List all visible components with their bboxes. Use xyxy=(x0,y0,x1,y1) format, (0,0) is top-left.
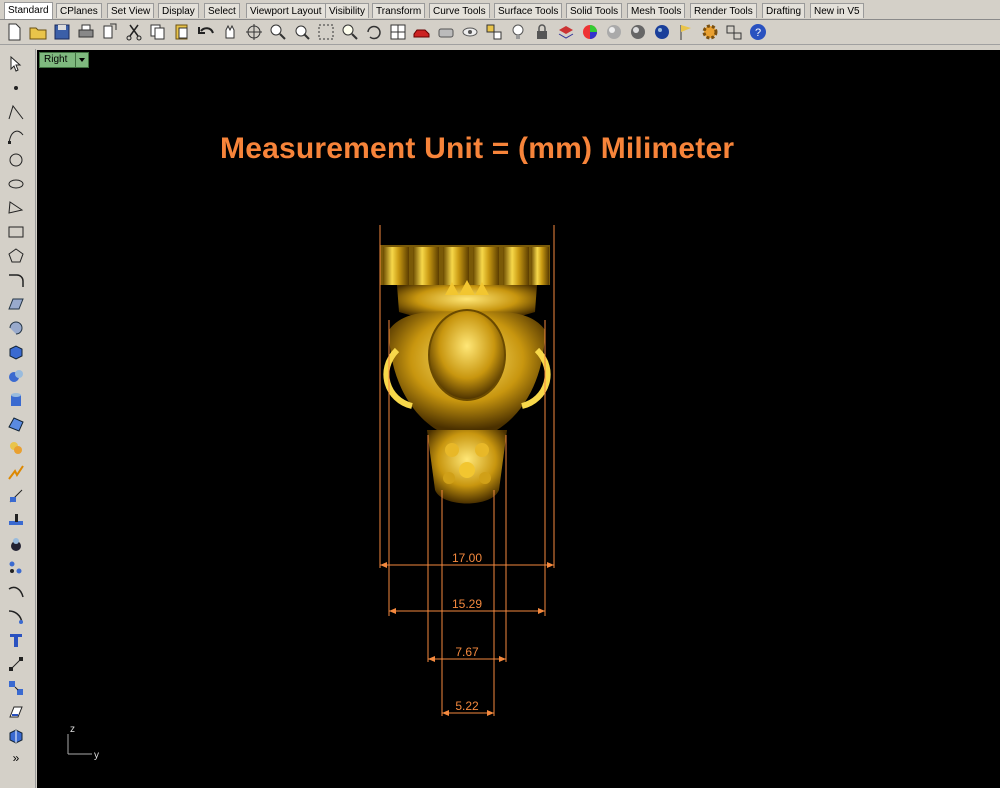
dimension-label-base[interactable]: 5.22 xyxy=(455,699,479,713)
sphere-shaded-icon[interactable] xyxy=(604,22,624,42)
render-icon[interactable] xyxy=(7,727,25,745)
undo-icon[interactable] xyxy=(196,22,216,42)
dimension-label-body[interactable]: 15.29 xyxy=(452,597,482,611)
point-icon[interactable] xyxy=(7,79,25,97)
group-icon[interactable] xyxy=(7,535,25,553)
extend-icon[interactable] xyxy=(7,607,25,625)
blend-icon[interactable] xyxy=(7,583,25,601)
more-icon[interactable]: » xyxy=(7,749,25,767)
help-icon[interactable]: ? xyxy=(748,22,768,42)
cut-icon[interactable] xyxy=(124,22,144,42)
model-drawing: 17.00 15.29 7.67 5.22 z y xyxy=(67,225,555,761)
car-icon[interactable] xyxy=(412,22,432,42)
dimension-label-neck[interactable]: 7.67 xyxy=(455,645,479,659)
trim-icon[interactable] xyxy=(7,487,25,505)
surface-icon[interactable] xyxy=(7,295,25,313)
select-arrow-icon[interactable] xyxy=(7,55,25,73)
axis-indicator: z y xyxy=(67,724,99,761)
axis-z-label: z xyxy=(70,724,75,735)
boolean-icon[interactable] xyxy=(7,439,25,457)
box-icon[interactable] xyxy=(7,343,25,361)
text-icon[interactable] xyxy=(7,631,25,649)
import-icon[interactable] xyxy=(100,22,120,42)
tab-new-in-v5[interactable]: New in V5 xyxy=(810,3,864,18)
tab-transform[interactable]: Transform xyxy=(372,3,426,18)
lion-corbel-model[interactable] xyxy=(380,245,551,504)
dimension-arrows xyxy=(380,562,554,716)
zoom-window-icon[interactable] xyxy=(292,22,312,42)
circle-icon[interactable] xyxy=(7,151,25,169)
paste-icon[interactable] xyxy=(172,22,192,42)
new-icon[interactable] xyxy=(4,22,24,42)
save-icon[interactable] xyxy=(52,22,72,42)
viewport-icon[interactable] xyxy=(364,22,384,42)
grid-icon[interactable] xyxy=(388,22,408,42)
rectangle-icon[interactable] xyxy=(7,223,25,241)
dimension-label-overall[interactable]: 17.00 xyxy=(452,551,482,565)
camera-icon[interactable] xyxy=(436,22,456,42)
revolve-icon[interactable] xyxy=(7,319,25,337)
fillet-icon[interactable] xyxy=(7,271,25,289)
tab-curve-tools[interactable]: Curve Tools xyxy=(429,3,490,18)
tab-set-view[interactable]: Set View xyxy=(107,3,155,18)
toolbar-tab-strip: Standard CPlanes Set View Display Select… xyxy=(0,0,1000,20)
tab-cplanes[interactable]: CPlanes xyxy=(56,3,102,18)
pan-icon[interactable] xyxy=(220,22,240,42)
rotate-view-icon[interactable] xyxy=(244,22,264,42)
analyze-icon[interactable] xyxy=(7,703,25,721)
tab-mesh-tools[interactable]: Mesh Tools xyxy=(627,3,686,18)
sphere-blue-icon[interactable] xyxy=(652,22,672,42)
light-icon[interactable] xyxy=(508,22,528,42)
color-wheel-icon[interactable] xyxy=(580,22,600,42)
transform-icon[interactable] xyxy=(7,679,25,697)
gear-icon[interactable] xyxy=(700,22,720,42)
point-icon[interactable] xyxy=(484,22,504,42)
svg-text:?: ? xyxy=(755,27,761,39)
tab-solid-tools[interactable]: Solid Tools xyxy=(566,3,623,18)
main-side-toolbar: » xyxy=(0,49,36,788)
viewport-right[interactable]: Right Measurement Unit = (mm) Milimeter xyxy=(37,50,1000,788)
array-icon[interactable] xyxy=(7,559,25,577)
tab-viewport-layout[interactable]: Viewport Layout xyxy=(246,3,326,18)
standard-toolbar: ? xyxy=(0,20,1000,45)
arc-icon[interactable] xyxy=(7,199,25,217)
explode-icon[interactable] xyxy=(7,463,25,481)
tab-drafting[interactable]: Drafting xyxy=(762,3,806,18)
print-icon[interactable] xyxy=(76,22,96,42)
tab-standard[interactable]: Standard xyxy=(4,2,53,19)
polygon-icon[interactable] xyxy=(7,247,25,265)
tab-display[interactable]: Display xyxy=(158,3,199,18)
dimension-icon[interactable] xyxy=(7,655,25,673)
split-icon[interactable] xyxy=(7,511,25,529)
visibility-icon[interactable] xyxy=(460,22,480,42)
flag-icon[interactable] xyxy=(676,22,696,42)
grid-snap-icon[interactable] xyxy=(724,22,744,42)
mesh-icon[interactable] xyxy=(7,415,25,433)
copy-icon[interactable] xyxy=(148,22,168,42)
sphere-render-icon[interactable] xyxy=(628,22,648,42)
ellipse-icon[interactable] xyxy=(7,175,25,193)
tab-select[interactable]: Select xyxy=(204,3,240,18)
zoom-icon[interactable] xyxy=(268,22,288,42)
cylinder-icon[interactable] xyxy=(7,391,25,409)
sphere-icon[interactable] xyxy=(7,367,25,385)
lock-icon[interactable] xyxy=(532,22,552,42)
zoom-extents-icon[interactable] xyxy=(340,22,360,42)
axis-y-label: y xyxy=(94,750,99,761)
polyline-icon[interactable] xyxy=(7,103,25,121)
layer-icon[interactable] xyxy=(556,22,576,42)
tab-render-tools[interactable]: Render Tools xyxy=(690,3,757,18)
zoom-selected-icon[interactable] xyxy=(316,22,336,42)
tab-visibility[interactable]: Visibility xyxy=(325,3,369,18)
open-icon[interactable] xyxy=(28,22,48,42)
curve-icon[interactable] xyxy=(7,127,25,145)
tab-surface-tools[interactable]: Surface Tools xyxy=(494,3,563,18)
